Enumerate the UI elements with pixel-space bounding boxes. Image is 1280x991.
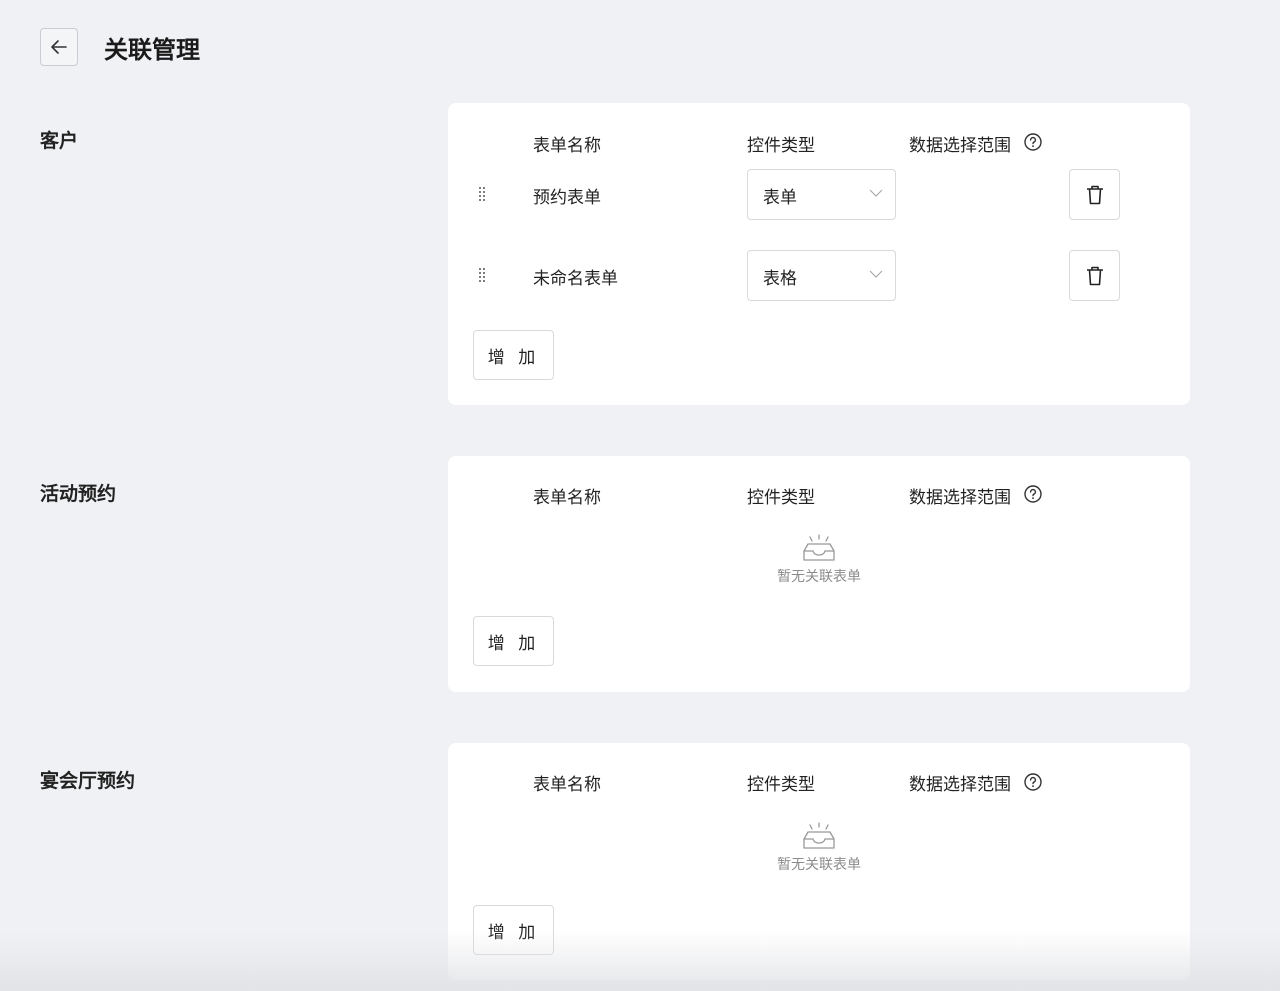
arrow-left-icon bbox=[51, 40, 67, 54]
form-name: 未命名表单 bbox=[533, 269, 618, 289]
trash-icon bbox=[1086, 266, 1103, 285]
add-button[interactable]: 增 加 bbox=[473, 616, 554, 666]
empty-state: 暂无关联表单 bbox=[448, 822, 1190, 874]
add-button[interactable]: 增 加 bbox=[473, 905, 554, 955]
empty-inbox-icon bbox=[803, 822, 835, 849]
select-value: 表格 bbox=[763, 269, 797, 289]
drag-handle-icon[interactable] bbox=[478, 186, 486, 202]
chevron-down-icon bbox=[869, 189, 883, 197]
add-button[interactable]: 增 加 bbox=[473, 330, 554, 380]
column-header-control-type: 控件类型 bbox=[747, 488, 815, 508]
drag-handle-icon[interactable] bbox=[478, 267, 486, 283]
delete-button[interactable] bbox=[1069, 169, 1120, 220]
back-button[interactable] bbox=[40, 28, 78, 66]
column-header-data-range: 数据选择范围 bbox=[909, 488, 1011, 508]
column-header-form-name: 表单名称 bbox=[533, 775, 601, 795]
section-card-activity-booking: 表单名称 控件类型 数据选择范围 暂无关联表单 增 加 bbox=[448, 456, 1190, 692]
section-card-banquet-hall-booking: 表单名称 控件类型 数据选择范围 暂无关联表单 增 加 bbox=[448, 743, 1190, 980]
column-header-data-range: 数据选择范围 bbox=[909, 136, 1011, 156]
question-circle-icon[interactable] bbox=[1024, 773, 1042, 791]
column-header-control-type: 控件类型 bbox=[747, 775, 815, 795]
control-type-select[interactable]: 表单 bbox=[747, 169, 896, 220]
empty-text: 暂无关联表单 bbox=[777, 569, 861, 585]
select-value: 表单 bbox=[763, 188, 797, 208]
empty-state: 暂无关联表单 bbox=[448, 534, 1190, 586]
empty-inbox-icon bbox=[803, 534, 835, 561]
column-header-data-range: 数据选择范围 bbox=[909, 775, 1011, 795]
chevron-down-icon bbox=[869, 270, 883, 278]
column-header-control-type: 控件类型 bbox=[747, 136, 815, 156]
trash-icon bbox=[1086, 185, 1103, 204]
section-label-customer: 客户 bbox=[40, 130, 79, 152]
column-header-form-name: 表单名称 bbox=[533, 136, 601, 156]
section-label-activity-booking: 活动预约 bbox=[40, 483, 117, 505]
control-type-select[interactable]: 表格 bbox=[747, 250, 896, 301]
section-label-banquet-hall-booking: 宴会厅预约 bbox=[40, 770, 136, 792]
section-card-customer: 表单名称 控件类型 数据选择范围 预约表单 表单 未命名表单 表格 增 加 bbox=[448, 103, 1190, 405]
empty-text: 暂无关联表单 bbox=[777, 857, 861, 873]
question-circle-icon[interactable] bbox=[1024, 485, 1042, 503]
column-header-form-name: 表单名称 bbox=[533, 488, 601, 508]
question-circle-icon[interactable] bbox=[1024, 133, 1042, 151]
form-name: 预约表单 bbox=[533, 188, 601, 208]
page-header: 关联管理 bbox=[40, 28, 200, 66]
delete-button[interactable] bbox=[1069, 250, 1120, 301]
page-title: 关联管理 bbox=[104, 35, 200, 64]
